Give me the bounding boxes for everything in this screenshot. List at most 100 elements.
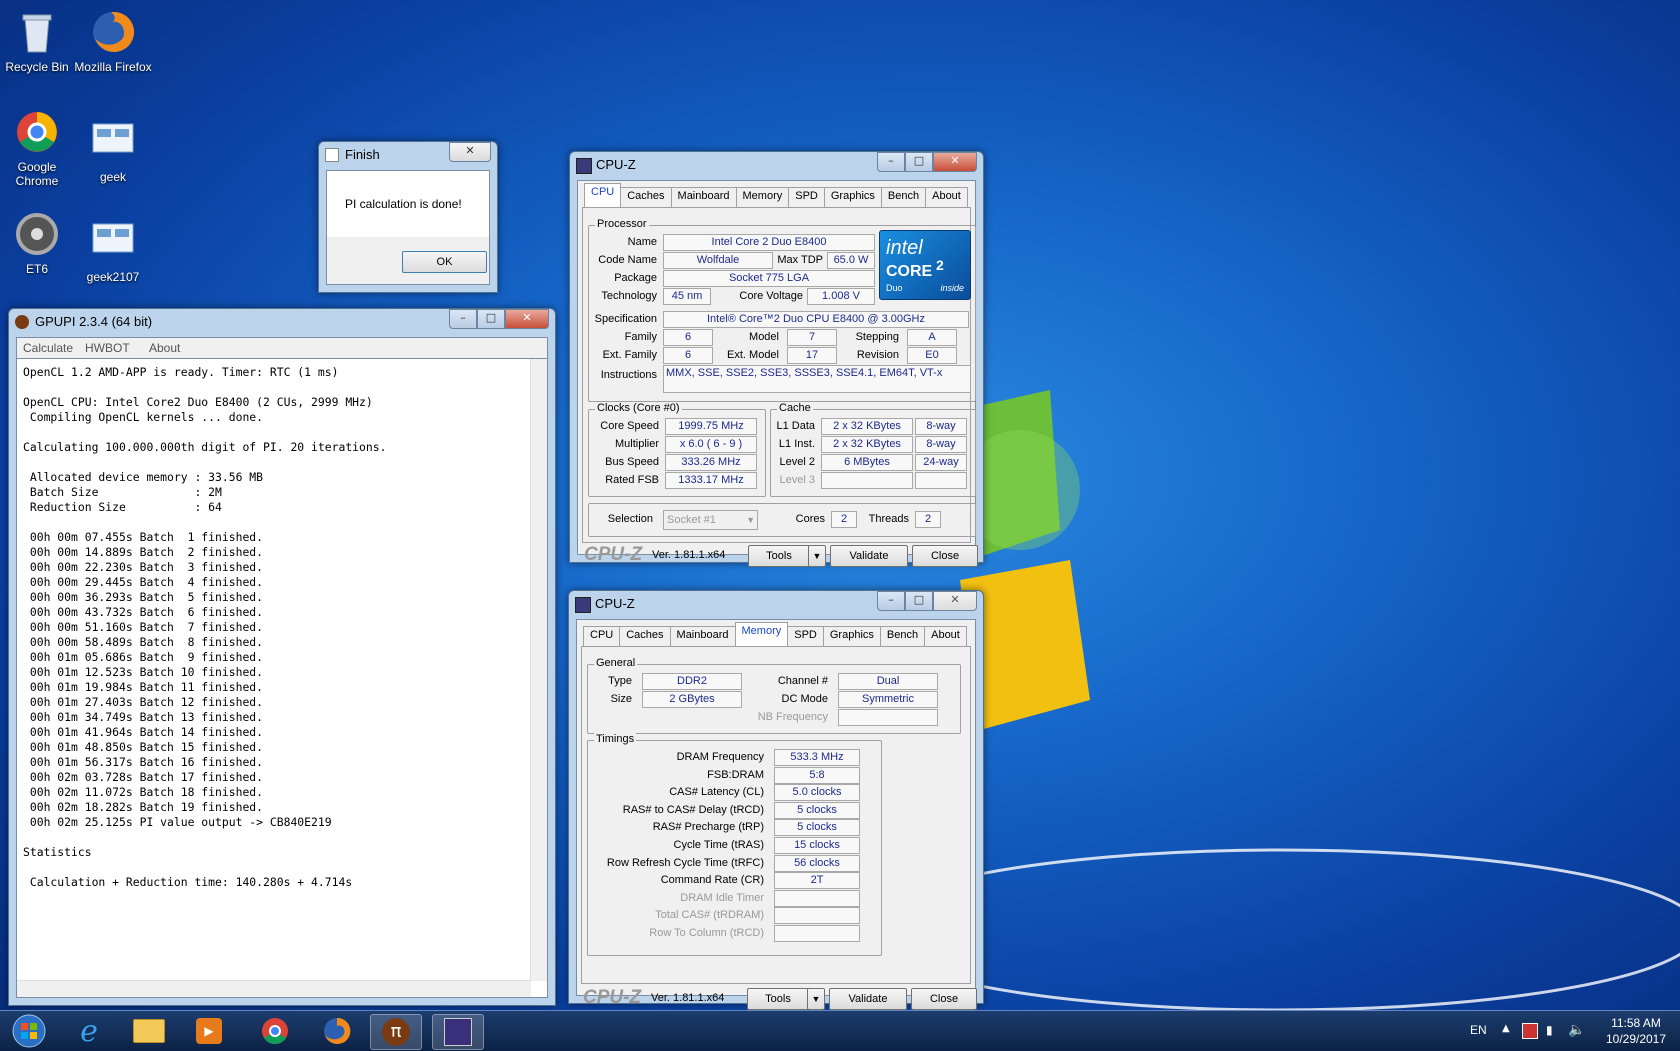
log-line: 00h 01m 48.850s Batch 15 finished. xyxy=(23,740,264,754)
gpupi-titlebar[interactable]: GPUPI 2.3.4 (64 bit) – □ ✕ xyxy=(9,309,555,335)
tab-spd[interactable]: SPD xyxy=(788,187,825,207)
stepping-value: A xyxy=(907,329,957,346)
log-line: 00h 00m 58.489s Batch 8 finished. xyxy=(23,635,264,649)
socket-select[interactable]: Socket #1 ▼ xyxy=(663,510,758,530)
close-icon[interactable]: ✕ xyxy=(933,152,977,172)
gpupi-title: GPUPI 2.3.4 (64 bit) xyxy=(35,314,153,329)
language-indicator[interactable]: EN xyxy=(1470,1023,1487,1037)
log-line: 00h 00m 43.732s Batch 6 finished. xyxy=(23,605,264,619)
maximize-icon[interactable]: □ xyxy=(905,591,933,611)
desktop-icon-geek2107[interactable]: geek2107 xyxy=(73,218,153,284)
geek2107-file-icon xyxy=(89,218,137,266)
tools-button[interactable]: Tools xyxy=(748,545,810,567)
timing-label: CAS# Latency (CL) xyxy=(669,786,764,799)
finish-titlebar[interactable]: Finish ✕ xyxy=(319,142,497,168)
timing-value: 5 clocks xyxy=(774,819,860,837)
cpuz-titlebar[interactable]: CPU-Z – □ ✕ xyxy=(570,152,983,178)
menu-hwbot[interactable]: HWBOT xyxy=(85,341,130,355)
l1data-label: L1 Data xyxy=(776,420,815,432)
clock-time[interactable]: 11:58 AM xyxy=(1600,1016,1672,1030)
finish-dialog: Finish ✕ PI calculation is done! OK xyxy=(318,141,498,293)
tab-bench[interactable]: Bench xyxy=(880,187,927,207)
taskbar-cpuz[interactable] xyxy=(432,1014,484,1050)
timing-value: 5:8 xyxy=(774,766,860,784)
tab-cpu[interactable]: CPU xyxy=(583,626,621,646)
name-label: Name xyxy=(627,236,657,248)
desktop-icon-et6[interactable]: ET6 xyxy=(0,210,77,276)
intel-line: CORE xyxy=(886,263,933,280)
action-center-icon[interactable] xyxy=(1522,1023,1538,1039)
log-line: 00h 00m 22.230s Batch 3 finished. xyxy=(23,560,264,574)
level2-value: 6 MBytes xyxy=(821,454,913,471)
log-line: Allocated device memory : 33.56 MB xyxy=(23,470,264,484)
tab-caches[interactable]: Caches xyxy=(620,187,672,207)
tab-bench[interactable]: Bench xyxy=(879,626,926,646)
tab-graphics[interactable]: Graphics xyxy=(822,626,881,646)
desktop-icon-chrome[interactable]: Google Chrome xyxy=(0,108,77,188)
tab-graphics[interactable]: Graphics xyxy=(823,187,882,207)
finish-client: PI calculation is done! OK xyxy=(326,170,490,285)
finish-title: Finish xyxy=(345,147,380,162)
tab-spd[interactable]: SPD xyxy=(787,626,824,646)
horizontal-scrollbar[interactable] xyxy=(17,980,531,997)
menu-about[interactable]: About xyxy=(149,341,180,355)
spec-label: Specification xyxy=(594,313,657,325)
validate-button[interactable]: Validate xyxy=(829,988,907,1010)
channel-label: Channel # xyxy=(777,675,828,687)
tools-dropdown-button[interactable]: ▼ xyxy=(807,988,825,1010)
tab-memory[interactable]: Memory xyxy=(734,622,789,646)
tab-caches[interactable]: Caches xyxy=(619,626,671,646)
ok-button[interactable]: OK xyxy=(402,251,487,273)
close-icon[interactable]: ✕ xyxy=(449,142,491,162)
family-label: Family xyxy=(624,331,657,343)
taskbar-ie[interactable]: e xyxy=(64,1014,114,1049)
taskbar-media-player[interactable]: ▶ xyxy=(184,1014,234,1048)
vertical-scrollbar[interactable] xyxy=(530,359,547,981)
size-value: 2 GBytes xyxy=(642,691,742,708)
maximize-icon[interactable]: □ xyxy=(477,309,505,329)
ratedfsb-value: 1333.17 MHz xyxy=(665,472,757,489)
clock-date[interactable]: 10/29/2017 xyxy=(1600,1032,1672,1046)
taskbar: e ▶ π EN ▲ ▮ 🔈 11:58 AM 10/29/2017 xyxy=(0,1010,1680,1051)
maximize-icon[interactable]: □ xyxy=(905,152,933,172)
timing-value xyxy=(774,889,860,907)
geek-file-icon xyxy=(89,118,137,166)
network-icon[interactable]: ▮ xyxy=(1546,1023,1553,1037)
cpuz-titlebar[interactable]: CPU-Z – □ ✕ xyxy=(569,591,983,617)
timings-legend: Timings xyxy=(594,733,637,745)
show-hidden-icons[interactable]: ▲ xyxy=(1502,1023,1510,1034)
menu-calculate[interactable]: Calculate xyxy=(23,341,73,355)
taskbar-explorer[interactable] xyxy=(124,1014,174,1048)
taskbar-chrome[interactable] xyxy=(250,1014,300,1048)
level3-label: Level 3 xyxy=(779,474,815,486)
tab-memory[interactable]: Memory xyxy=(735,187,790,207)
tab-mainboard[interactable]: Mainboard xyxy=(669,626,736,646)
cpuz-app-icon xyxy=(444,1018,472,1046)
tab-about[interactable]: About xyxy=(925,187,968,207)
tools-button[interactable]: Tools xyxy=(747,988,809,1010)
close-icon[interactable]: ✕ xyxy=(505,309,549,329)
taskbar-gpupi[interactable]: π xyxy=(370,1014,422,1050)
timing-label: Total CAS# (tRDRAM) xyxy=(655,909,764,922)
close-button[interactable]: Close xyxy=(912,545,978,567)
volume-icon[interactable]: 🔈 xyxy=(1568,1022,1585,1038)
taskbar-firefox[interactable] xyxy=(312,1014,362,1048)
desktop-icon-geek[interactable]: geek xyxy=(73,118,153,184)
tab-cpu[interactable]: CPU xyxy=(584,183,622,207)
codename-label: Code Name xyxy=(598,254,657,266)
close-icon[interactable]: ✕ xyxy=(933,591,977,611)
log-line: Statistics xyxy=(23,845,92,859)
tools-dropdown-button[interactable]: ▼ xyxy=(808,545,826,567)
tab-about[interactable]: About xyxy=(924,626,967,646)
minimize-icon[interactable]: – xyxy=(877,591,905,611)
validate-button[interactable]: Validate xyxy=(830,545,908,567)
desktop-icon-recycle-bin[interactable]: Recycle Bin xyxy=(0,8,77,74)
minimize-icon[interactable]: – xyxy=(449,309,477,329)
close-button[interactable]: Close xyxy=(911,988,977,1010)
desktop-icon-firefox[interactable]: Mozilla Firefox xyxy=(73,8,153,74)
start-button[interactable] xyxy=(4,1014,54,1048)
minimize-icon[interactable]: – xyxy=(877,152,905,172)
general-legend: General xyxy=(594,657,638,669)
tab-mainboard[interactable]: Mainboard xyxy=(670,187,737,207)
